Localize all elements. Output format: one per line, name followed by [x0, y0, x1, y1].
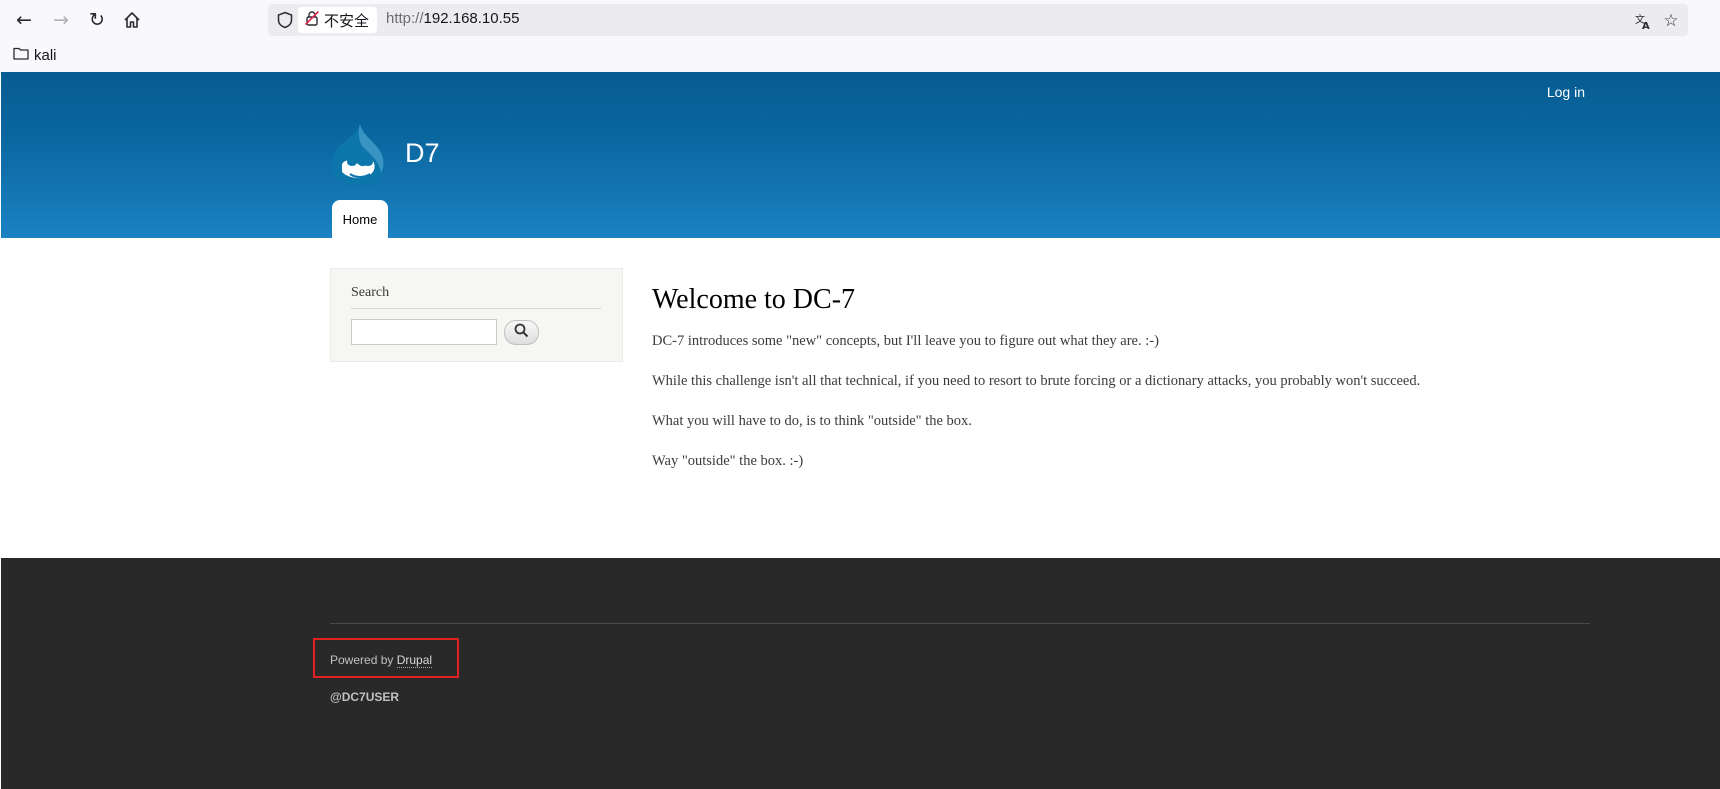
- security-label: 不安全: [324, 11, 370, 30]
- home-icon[interactable]: [118, 6, 146, 34]
- star-icon[interactable]: ☆: [1660, 10, 1682, 32]
- login-link[interactable]: Log in: [1547, 84, 1585, 100]
- insecure-lock-icon: [304, 10, 320, 30]
- divider: [351, 308, 601, 309]
- url-protocol: http://: [386, 10, 424, 27]
- content-paragraph-1: DC-7 introduces some "new" concepts, but…: [652, 333, 1159, 349]
- browser-toolbar: ← → ↻ 不安全 http://192.168.10.55 文A ☆: [0, 0, 1720, 40]
- search-block-title: Search: [351, 285, 390, 300]
- tab-home[interactable]: Home: [332, 200, 388, 238]
- main-content: Welcome to DC-7 DC-7 introduces some "ne…: [652, 282, 1552, 491]
- drupal-link[interactable]: Drupal: [396, 653, 433, 668]
- forward-arrow-icon[interactable]: →: [47, 6, 75, 34]
- bookmark-folder-kali[interactable]: kali: [13, 46, 57, 64]
- folder-icon: [13, 46, 29, 64]
- powered-by: Powered by Drupal: [330, 653, 433, 668]
- powered-prefix: Powered by: [330, 653, 397, 667]
- reload-icon[interactable]: ↻: [83, 6, 111, 34]
- site-footer: Powered by Drupal @DC7USER: [1, 558, 1720, 789]
- page-title: Welcome to DC-7: [652, 284, 856, 315]
- url-bar[interactable]: 不安全 http://192.168.10.55 文A ☆: [268, 4, 1688, 36]
- bookmark-label: kali: [34, 46, 57, 64]
- url-text[interactable]: http://192.168.10.55: [386, 10, 519, 27]
- bookmarks-bar: kali: [0, 40, 1720, 73]
- site-header: Log in D7 Home: [1, 72, 1720, 238]
- footer-divider: [330, 623, 1590, 624]
- shield-icon[interactable]: [276, 11, 294, 29]
- search-input[interactable]: [351, 319, 497, 345]
- url-host: 192.168.10.55: [423, 10, 520, 27]
- security-indicator[interactable]: 不安全: [298, 7, 378, 33]
- drupal-logo-icon[interactable]: [328, 122, 388, 188]
- search-button[interactable]: [504, 320, 539, 345]
- content-paragraph-2: While this challenge isn't all that tech…: [652, 373, 1421, 389]
- content-paragraph-4: Way "outside" the box. :-): [652, 453, 804, 469]
- back-arrow-icon[interactable]: ←: [10, 6, 38, 34]
- search-block: Search: [330, 268, 623, 362]
- content-paragraph-3: What you will have to do, is to think "o…: [652, 413, 972, 429]
- search-icon: [514, 323, 529, 343]
- twitter-handle: @DC7USER: [330, 690, 400, 704]
- translate-icon[interactable]: 文A: [1632, 10, 1654, 32]
- site-name[interactable]: D7: [405, 138, 440, 169]
- svg-text:A: A: [1642, 21, 1650, 30]
